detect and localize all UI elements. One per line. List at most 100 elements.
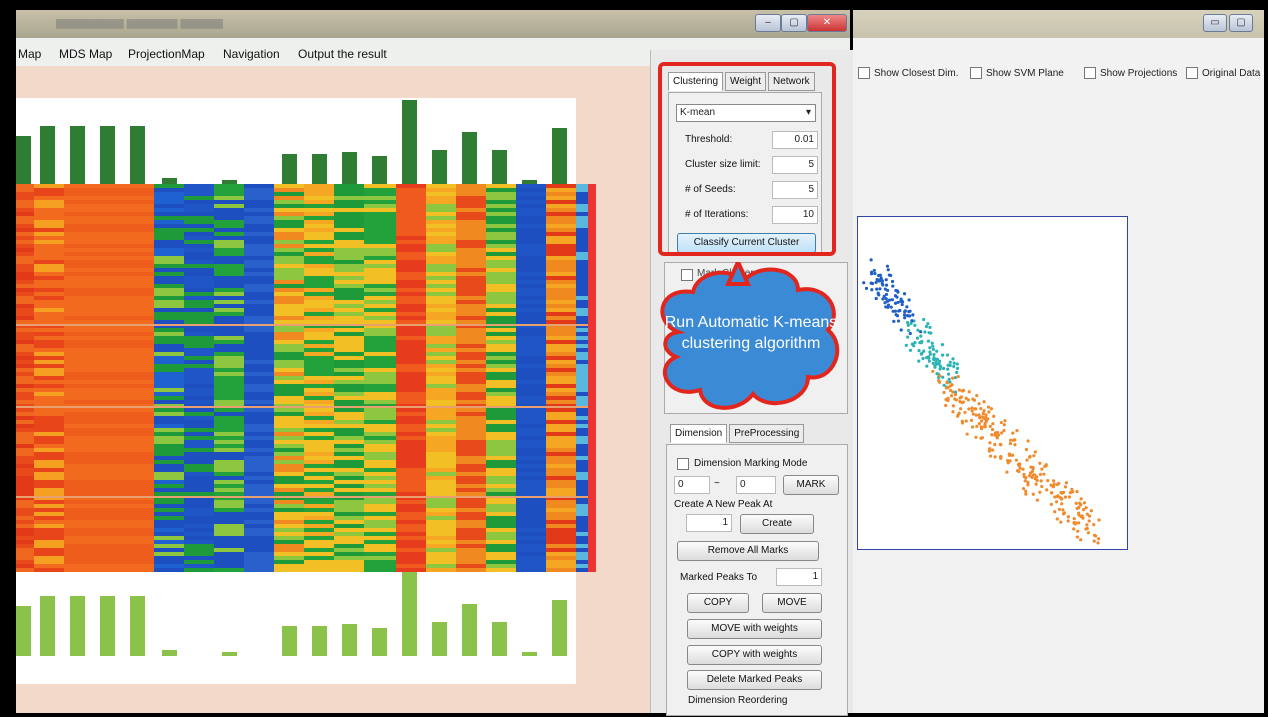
range-from-stepper[interactable]: 0 [674,476,710,494]
heatmap-cell [576,244,588,248]
tab-preprocessing[interactable]: PreProcessing [729,424,805,443]
heatmap-cell [576,452,588,456]
heatmap-cell [516,444,546,448]
menu-map[interactable]: Map [18,47,41,61]
heatmap-cell [486,548,516,552]
scatter-point [1077,521,1081,525]
heatmap[interactable] [16,184,595,572]
option-original-data[interactable]: Original Data [1186,67,1260,79]
heatmap-cell [396,312,426,316]
new-peak-input[interactable]: 1 [686,514,732,532]
checkbox-icon[interactable] [970,67,982,79]
heatmap-cell [214,288,244,292]
menu-output-result[interactable]: Output the result [298,47,387,61]
move-with-weights-button[interactable]: MOVE with weights [687,619,822,639]
heatmap-cell [34,500,64,504]
checkbox-icon[interactable] [858,67,870,79]
heatmap-cell [64,416,154,420]
window-title: ▆▆▆▆▆▆▆▆ ▆▆▆▆▆▆ ▆▆▆▆▆ [56,17,223,29]
remove-all-marks-button[interactable]: Remove All Marks [677,541,819,561]
heatmap-cell [184,480,214,484]
minimize-icon[interactable]: ▭ [1203,14,1227,32]
heatmap-cell [426,548,456,552]
checkbox-icon[interactable] [1186,67,1198,79]
heatmap-cell [184,420,214,424]
maximize-icon[interactable]: ▢ [781,14,807,32]
heatmap-cell [34,564,64,568]
heatmap-cell [64,352,154,356]
scatter-point [952,364,956,368]
scatter-point [911,313,915,317]
menu-projection-map[interactable]: ProjectionMap [128,47,205,61]
marked-peaks-input[interactable]: 1 [776,568,822,586]
range-to-stepper[interactable]: 0 [736,476,776,494]
option-closest-dim[interactable]: Show Closest Dim. [858,67,958,79]
delete-marked-peaks-button[interactable]: Delete Marked Peaks [687,670,822,690]
heatmap-cell [546,544,576,548]
heatmap-cell [154,204,184,208]
heatmap-cell [486,476,516,480]
scatter-point [987,410,991,414]
heatmap-cell [274,536,304,540]
scatter-plot[interactable] [857,216,1128,550]
heatmap-cell [64,520,154,524]
move-button[interactable]: MOVE [762,593,822,613]
scatter-point [930,341,934,345]
heatmap-cell [64,564,154,568]
create-button[interactable]: Create [740,514,814,534]
heatmap-cell [334,460,364,464]
heatmap-cell [456,252,486,256]
heatmap-cell [64,216,154,220]
option-projections[interactable]: Show Projections [1084,67,1177,79]
heatmap-cell [456,212,486,216]
scatter-point [1021,467,1025,471]
copy-button[interactable]: COPY [687,593,749,613]
heatmap-cell [546,336,576,340]
checkbox-icon[interactable] [1084,67,1096,79]
copy-with-weights-button[interactable]: COPY with weights [687,645,822,665]
scatter-point [895,314,900,318]
scatter-point [958,399,962,404]
heatmap-cell [426,424,456,428]
heatmap-cell [184,212,214,216]
heatmap-cell [244,260,274,264]
option-svm-plane[interactable]: Show SVM Plane [970,67,1064,79]
menu-mds-map[interactable]: MDS Map [59,47,112,61]
heatmap-cell [244,364,274,368]
close-icon[interactable]: ✕ [807,14,847,32]
heatmap-cell [184,412,214,416]
heatmap-cell [486,424,516,428]
marking-mode-checkbox[interactable] [677,458,689,470]
heatmap-cell [456,272,486,276]
heatmap-cell [334,520,364,524]
minimize-icon[interactable]: – [755,14,781,32]
heatmap-cell [154,368,184,372]
option-label: Show Closest Dim. [874,67,959,79]
heatmap-cell [274,464,304,468]
scatter-point [955,366,960,371]
heatmap-cell [364,308,396,312]
menu-navigation[interactable]: Navigation [223,47,280,61]
mark-button[interactable]: MARK [783,475,839,495]
heatmap-cell [516,532,546,536]
scatter-point [981,411,985,416]
heatmap-cell [576,264,588,268]
heatmap-cell [214,468,244,472]
heatmap-cell [274,272,304,276]
heatmap-cell [364,460,396,464]
heatmap-cell [334,540,364,544]
heatmap-cell [16,296,34,300]
scatter-point [896,319,901,323]
heatmap-cell [274,360,304,364]
tab-dimension[interactable]: Dimension [670,424,728,443]
maximize-icon[interactable]: ▢ [1229,14,1253,32]
heatmap-cell [214,444,244,448]
heatmap-cell [516,312,546,316]
heatmap-cell [154,412,184,416]
scatter-point [917,349,921,353]
heatmap-cell [364,512,396,516]
heatmap-cell [546,244,576,248]
heatmap-cell [426,300,456,304]
heatmap-cell [546,388,576,392]
heatmap-cell [426,472,456,476]
